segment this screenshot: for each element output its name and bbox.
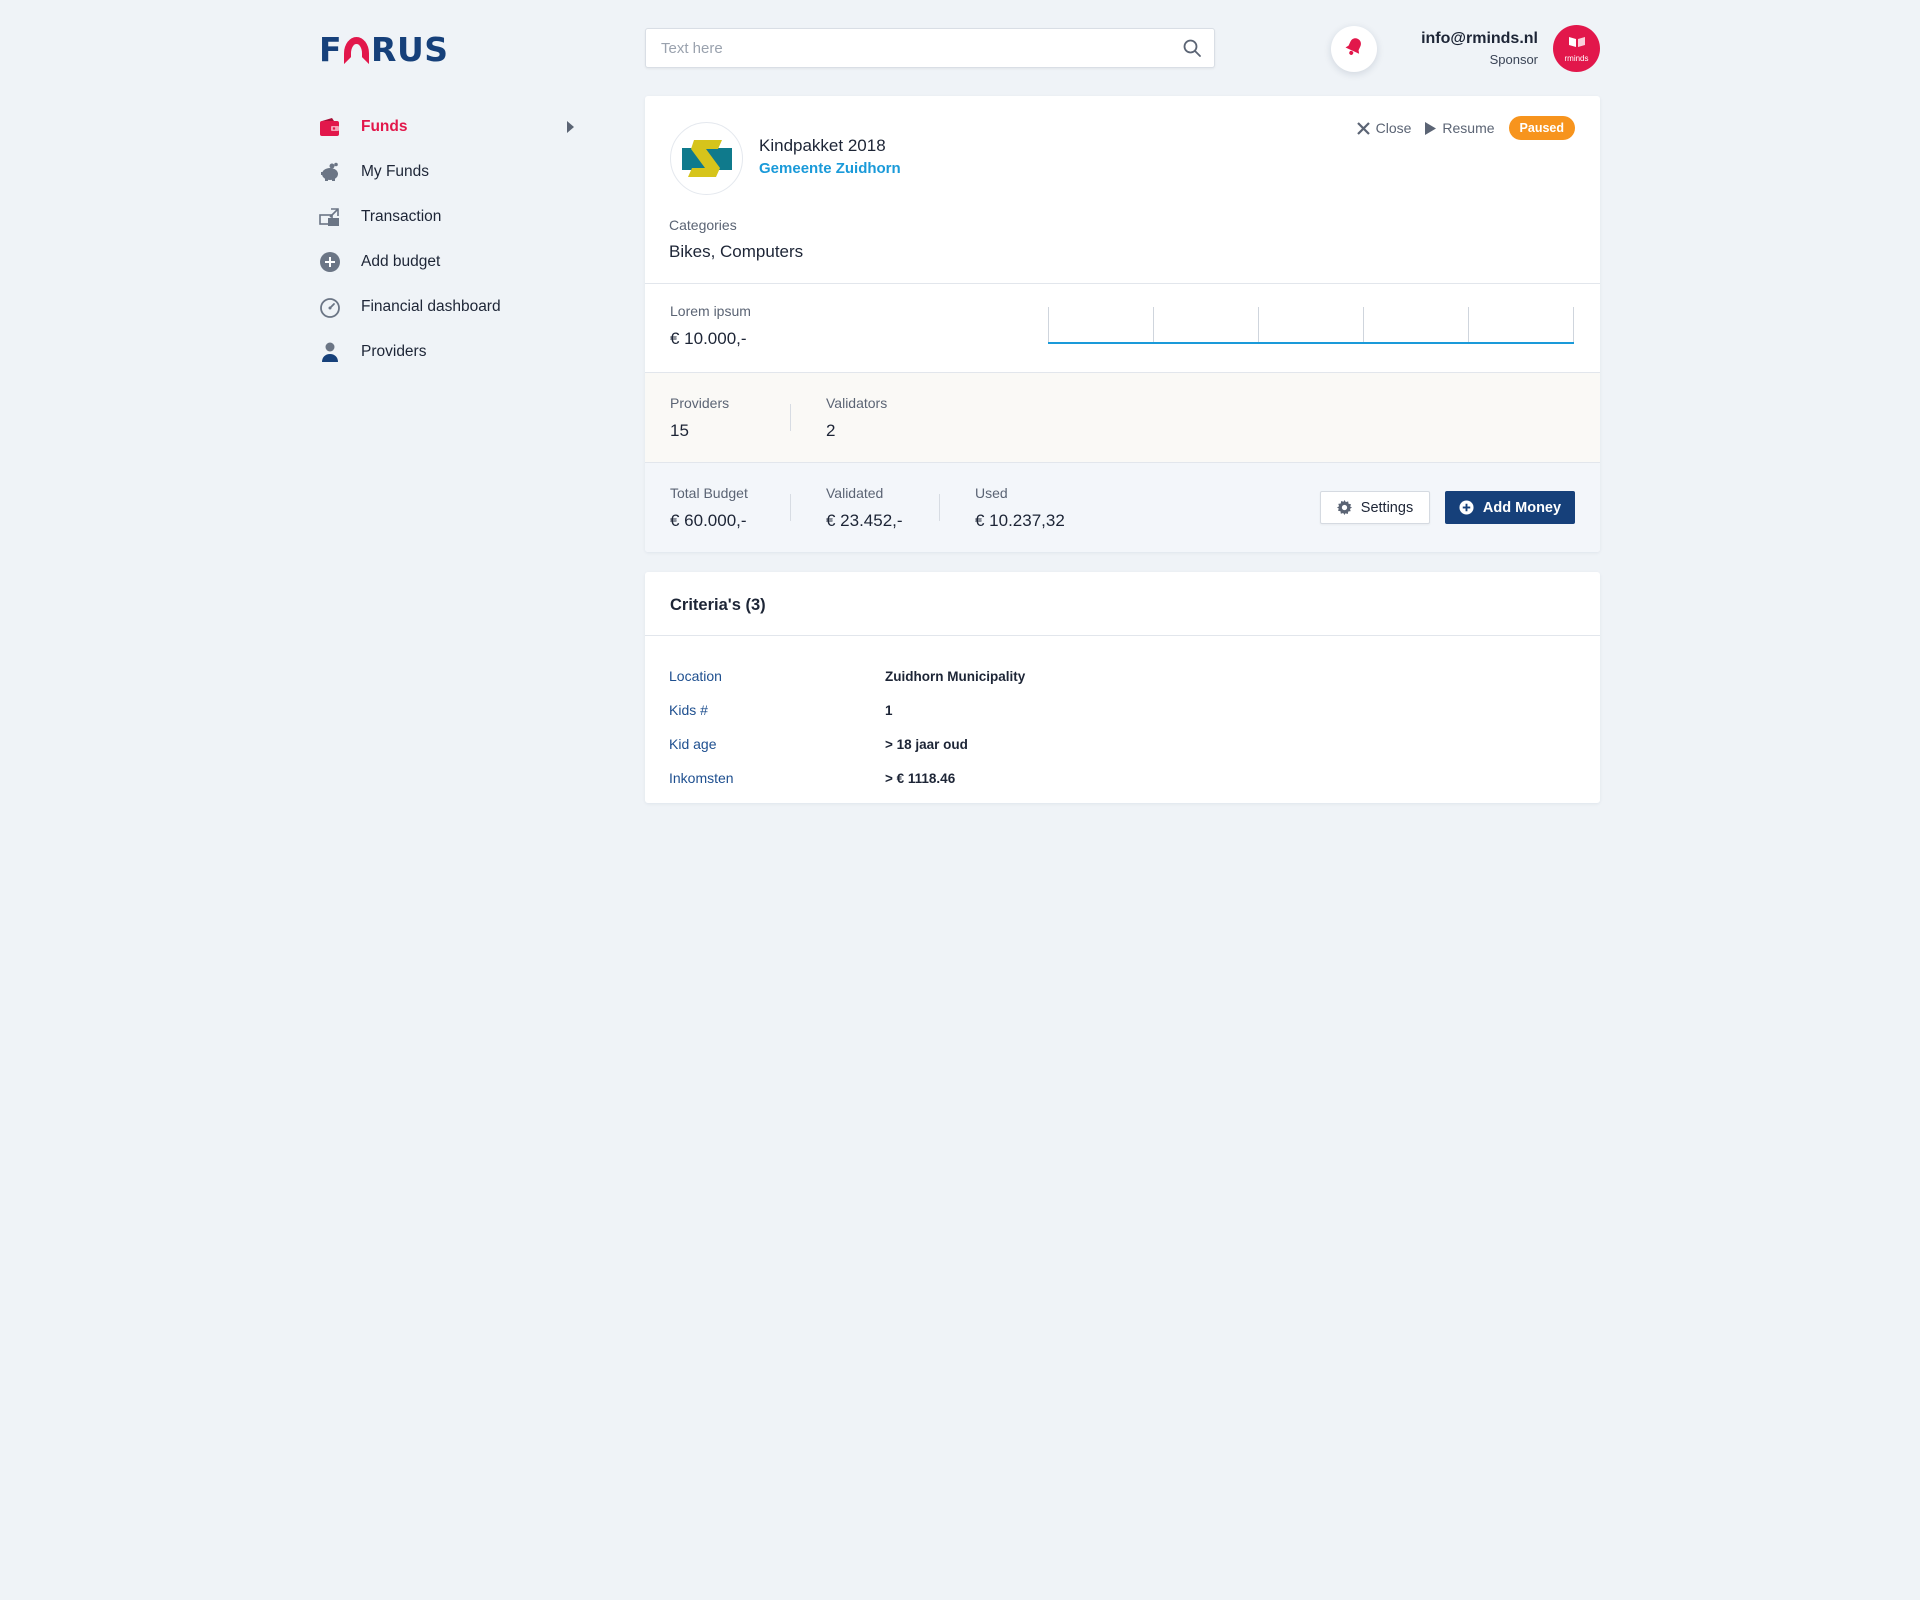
stat-value: € 23.452,- [826, 511, 903, 530]
sidebar-nav: Funds My Funds Transaction Add budget Fi… [319, 104, 574, 374]
resume-label: Resume [1442, 120, 1495, 136]
criteria-row: Inkomsten > € 1118.46 [669, 761, 1025, 795]
fund-actions: Close Resume Paused [1356, 116, 1575, 140]
stat-label: Validated [826, 485, 884, 501]
graph-value: € 10.000,- [670, 329, 747, 348]
play-icon [1425, 121, 1437, 135]
stat-value: € 10.237,32 [975, 511, 1065, 530]
search-icon[interactable] [1170, 29, 1214, 67]
fund-title: Kindpakket 2018 [759, 136, 886, 155]
person-icon [319, 341, 341, 363]
sidebar-item-label: Add budget [361, 252, 441, 270]
stat-value: € 60.000,- [670, 511, 747, 530]
categories-value: Bikes, Computers [669, 242, 804, 261]
categories-label: Categories [669, 217, 737, 233]
close-label: Close [1375, 120, 1412, 136]
sidebar-item-funds[interactable]: Funds [319, 104, 574, 149]
fund-budget-section: Total Budget € 60.000,- Validated € 23.4… [645, 463, 1600, 552]
wallet-icon [319, 116, 341, 138]
providers-stat: Providers 15 [670, 395, 729, 441]
add-money-button[interactable]: Add Money [1445, 491, 1575, 524]
close-button[interactable]: Close [1356, 120, 1412, 136]
sidebar-item-providers[interactable]: Providers [319, 329, 574, 374]
add-money-label: Add Money [1482, 499, 1562, 516]
fund-graph-section: Lorem ipsum € 10.000,- [645, 283, 1600, 372]
stat-label: Used [975, 485, 1008, 501]
criteria-key: Inkomsten [669, 770, 734, 786]
resume-button[interactable]: Resume [1425, 120, 1495, 136]
criteria-value: > € 1118.46 [885, 770, 956, 786]
stat-label: Validators [826, 395, 888, 411]
settings-button[interactable]: Settings [1320, 491, 1430, 524]
close-icon [1356, 121, 1370, 135]
sidebar-item-financial-dashboard[interactable]: Financial dashboard [319, 284, 574, 329]
validators-stat: Validators 2 [826, 395, 887, 441]
validated-stat: Validated € 23.452,- [826, 485, 903, 531]
avatar-label: rminds [1564, 54, 1589, 63]
used-stat: Used € 10.237,32 [975, 485, 1065, 531]
criteria-value: Zuidhorn Municipality [885, 668, 1026, 684]
user-email: info@rminds.nl [1421, 30, 1538, 47]
criteria-row: Kids # 1 [669, 693, 1025, 727]
avatar[interactable]: rminds [1553, 25, 1600, 72]
logo-text-right: RUS [371, 29, 449, 69]
sidebar-item-label: Providers [361, 342, 427, 360]
sidebar-item-label: Transaction [361, 207, 442, 225]
sidebar-item-label: My Funds [361, 162, 430, 180]
forus-logo[interactable]: F RUS [319, 29, 449, 69]
criteria-value: 1 [885, 702, 893, 718]
criteria-key: Kid age [669, 736, 717, 752]
sidebar-item-add-budget[interactable]: Add budget [319, 239, 574, 284]
criteria-list: Location Zuidhorn Municipality Kids # 1 … [669, 659, 1025, 795]
criteria-key: Location [669, 668, 722, 684]
sidebar-item-my-funds[interactable]: My Funds [319, 149, 574, 194]
sidebar-item-transaction[interactable]: Transaction [319, 194, 574, 239]
divider [939, 494, 940, 521]
notifications-button[interactable] [1331, 26, 1377, 72]
gear-icon [1336, 500, 1352, 515]
dashboard-gauge-icon [319, 296, 341, 318]
bell-icon [1342, 35, 1366, 64]
criteria-row: Kid age > 18 jaar oud [669, 727, 1025, 761]
user-info: info@rminds.nl Sponsor [1421, 30, 1538, 67]
divider [790, 494, 791, 521]
stat-value: 2 [826, 421, 836, 440]
divider [645, 635, 1600, 636]
user-role: Sponsor [1489, 52, 1538, 67]
criteria-key: Kids # [669, 702, 708, 718]
stat-label: Total Budget [670, 485, 748, 501]
fund-stats-section: Providers 15 Validators 2 [645, 372, 1600, 463]
fund-organization-link[interactable]: Gemeente Zuidhorn [759, 160, 901, 177]
status-badge: Paused [1508, 116, 1575, 140]
fund-card: Kindpakket 2018 Gemeente Zuidhorn Close … [645, 96, 1600, 552]
organization-logo-icon [1567, 34, 1587, 53]
search-bar [645, 28, 1215, 68]
search-input[interactable] [646, 29, 1170, 67]
plus-circle-icon [1459, 500, 1474, 515]
settings-label: Settings [1360, 499, 1414, 516]
mini-chart [1048, 307, 1574, 344]
sidebar-item-label: Financial dashboard [361, 297, 501, 315]
transaction-icon [319, 206, 341, 228]
total-budget-stat: Total Budget € 60.000,- [670, 485, 748, 531]
plus-circle-icon [319, 251, 341, 273]
caret-right-icon [567, 120, 574, 133]
criteria-row: Location Zuidhorn Municipality [669, 659, 1025, 693]
stat-value: 15 [670, 421, 689, 440]
logo-text-left: F [319, 29, 343, 69]
graph-label: Lorem ipsum [670, 303, 751, 319]
divider [790, 404, 791, 431]
piggy-bank-icon [319, 161, 341, 183]
sidebar-item-label: Funds [361, 117, 408, 135]
criteria-value: > 18 jaar oud [885, 736, 968, 752]
criteria-title: Criteria's (3) [670, 596, 766, 614]
fund-logo [670, 122, 743, 195]
criteria-card: Criteria's (3) Location Zuidhorn Municip… [645, 572, 1600, 803]
stat-label: Providers [670, 395, 730, 411]
logo-o-mark [344, 36, 370, 64]
